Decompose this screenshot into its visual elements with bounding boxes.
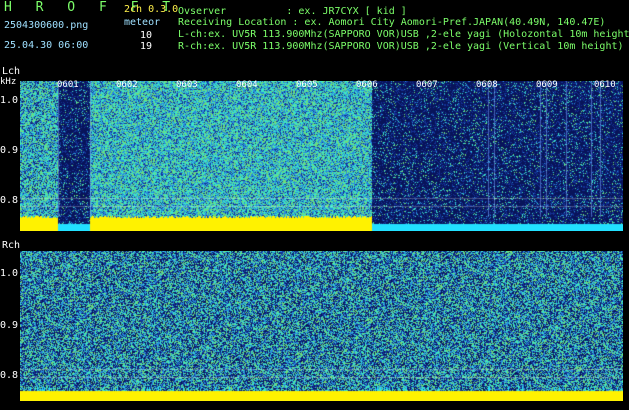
meteor-label: meteor (124, 17, 161, 28)
rch-ytick-1.0: 1.0 (0, 268, 19, 279)
minute-label-0607: 0607 (416, 80, 438, 90)
meteor-count-lch: 10 (140, 30, 153, 41)
datetime: 25.04.30 06:00 (4, 40, 89, 51)
lch-unit: kHz (0, 77, 17, 87)
minute-label-0610: 0610 (594, 80, 616, 90)
minute-label-0606: 0606 (356, 80, 378, 90)
rch-ytick-0.9: 0.9 (0, 320, 19, 331)
observer-line: Ovserver : ex. JR7CYX [ kid ] (178, 6, 407, 17)
lch-ytick-1.0: 1.0 (0, 95, 19, 106)
rch-spectrogram (20, 251, 623, 401)
lch-spectrogram (20, 81, 623, 231)
minute-label-0609: 0609 (536, 80, 558, 90)
minute-label-0604: 0604 (236, 80, 258, 90)
rch-ytick-0.8: 0.8 (0, 370, 19, 381)
rch-label: Rch (2, 240, 21, 251)
minute-label-0601: 0601 (57, 80, 79, 90)
minute-label-0608: 0608 (476, 80, 498, 90)
rch-config-line: R-ch:ex. UV5R 113.900Mhz(SAPPORO VOR)USB… (178, 41, 624, 52)
lch-ytick-0.8: 0.8 (0, 195, 19, 206)
file-name: 2504300600.png (4, 20, 89, 31)
minute-label-0605: 0605 (296, 80, 318, 90)
minute-label-0602: 0602 (116, 80, 138, 90)
minute-label-0603: 0603 (176, 80, 198, 90)
location-line: Receiving Location : ex. Aomori City Aom… (178, 17, 606, 28)
lch-label: Lch (2, 66, 21, 77)
lch-spectrogram-canvas (20, 81, 623, 231)
lch-config-line: L-ch:ex. UV5R 113.900Mhz(SAPPORO VOR)USB… (178, 29, 629, 40)
meteor-count-rch: 19 (140, 41, 153, 52)
rch-spectrogram-canvas (20, 251, 623, 401)
lch-ytick-0.9: 0.9 (0, 145, 19, 156)
channel-label: 2ch 0.3.0 (124, 4, 179, 15)
